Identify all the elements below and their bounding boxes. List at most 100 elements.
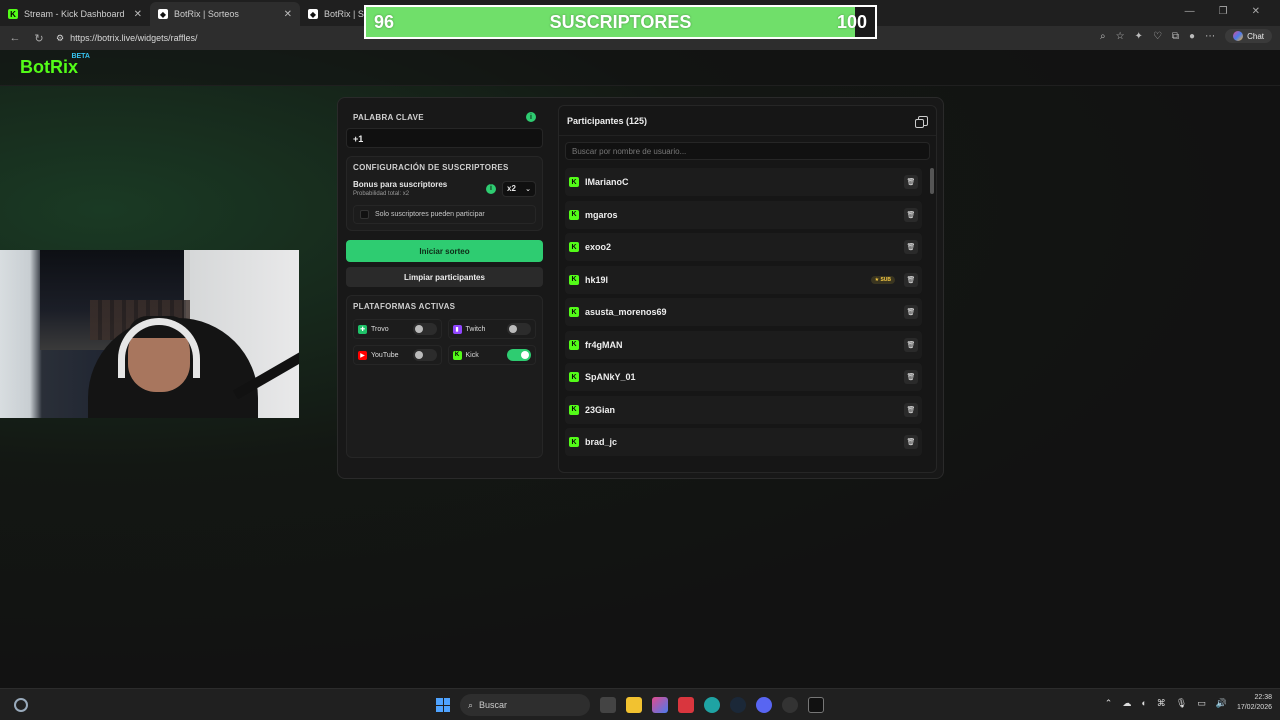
reload-icon[interactable]: ↻ <box>32 32 46 45</box>
sub-badge-label: SUB <box>880 276 891 283</box>
participant-name: IMarianoC <box>585 177 629 187</box>
collections-icon[interactable]: ⧉ <box>1172 31 1179 42</box>
url-field[interactable]: ⚙ https://botrix.live/widgets/raffles/ <box>56 33 197 44</box>
steam-icon[interactable] <box>730 697 746 713</box>
participant-search-input[interactable]: Buscar por nombre de usuario... <box>565 142 930 160</box>
participant-row: Kexoo2 🗑 <box>565 233 922 261</box>
kick-icon: K <box>569 372 579 382</box>
system-clock[interactable]: 22:38 17/02/2026 <box>1237 693 1272 713</box>
obs-studio-icon[interactable] <box>782 697 798 713</box>
info-icon[interactable]: i <box>526 112 536 122</box>
chat-label: Chat <box>1247 31 1264 41</box>
more-menu-icon[interactable]: ⋯ <box>1205 31 1215 42</box>
trovo-icon: ✚ <box>358 324 367 334</box>
subscriber-goal-overlay: 96 SUSCRIPTORES 100 <box>364 5 877 39</box>
browser-toolbar-right: ⌕ ☆ ✦ ♡ ⧉ ● ⋯ Chat <box>1100 29 1272 43</box>
multiplier-select[interactable]: x2 ⌄ <box>502 180 536 197</box>
platform-trovo: ✚ Trovo <box>353 319 442 339</box>
trovo-toggle[interactable] <box>412 323 437 335</box>
minimize-icon[interactable]: — <box>1185 6 1195 17</box>
platform-name: Twitch <box>465 325 486 333</box>
participant-row: K IMarianoC 🗑 <box>565 168 922 196</box>
profile-avatar-icon[interactable]: ● <box>1189 31 1195 42</box>
tab-kick-dashboard[interactable]: K Stream - Kick Dashboard ✕ <box>0 2 150 26</box>
subscriber-current: 96 <box>374 11 395 32</box>
delete-participant-icon[interactable]: 🗑 <box>904 402 918 417</box>
display-icon[interactable]: ▭ <box>1197 698 1206 709</box>
taskbar-apps: ⌕ Buscar <box>436 694 824 716</box>
webcam-feed <box>0 250 299 418</box>
tab-title: Stream - Kick Dashboard <box>24 9 125 19</box>
platforms-grid: ✚ Trovo ▮ Twitch ▶ YouTube K Kick <box>353 319 536 365</box>
clock-date: 17/02/2026 <box>1236 704 1272 711</box>
file-explorer-icon[interactable] <box>626 697 642 713</box>
subscriber-goal: 100 <box>836 11 867 32</box>
mic-icon[interactable]: 🎙 <box>1176 698 1187 709</box>
delete-participant-icon[interactable]: 🗑 <box>904 272 918 287</box>
participant-name: exoo2 <box>585 242 612 252</box>
sub-config-label: CONFIGURACIÓN DE SUSCRIPTORES <box>353 163 509 172</box>
botrix-logo[interactable]: BotRix BETA <box>20 53 90 78</box>
youtube-toggle[interactable] <box>412 349 437 361</box>
extensions-icon[interactable]: ✦ <box>1135 31 1143 42</box>
start-windows-icon[interactable] <box>436 698 450 712</box>
delete-participant-icon[interactable]: 🗑 <box>904 337 918 352</box>
capcut-icon[interactable] <box>808 697 824 713</box>
raffle-settings: PALABRA CLAVE i +1 CONFIGURACIÓN DE SUSC… <box>346 105 543 473</box>
participants-header: Participantes (125) <box>559 106 936 136</box>
participant-row: Khk19l ★ SUB 🗑 <box>565 265 922 294</box>
copy-icon[interactable] <box>915 115 928 128</box>
kick-icon: K <box>569 339 579 350</box>
participant-name: 23Gian <box>585 404 616 415</box>
maximize-icon[interactable]: ❐ <box>1219 6 1228 17</box>
delete-participant-icon[interactable]: 🗑 <box>904 240 918 254</box>
tab-botrix-sorteos[interactable]: ◆ BotRix | Sorteos ✕ <box>150 2 300 26</box>
copilot-chat-button[interactable]: Chat <box>1225 29 1272 43</box>
close-tab-icon[interactable]: ✕ <box>134 9 142 20</box>
tray-app-icon[interactable]: ◐ <box>1141 698 1146 708</box>
twitch-toggle[interactable] <box>507 323 531 335</box>
delete-participant-icon[interactable]: 🗑 <box>904 435 918 449</box>
platform-name: Kick <box>465 351 479 359</box>
close-tab-icon[interactable]: ✕ <box>284 9 292 20</box>
taskbar-search[interactable]: ⌕ Buscar <box>460 694 590 716</box>
wps-office-icon[interactable] <box>678 697 694 713</box>
close-window-icon[interactable]: ✕ <box>1252 6 1260 17</box>
favorite-star-icon[interactable]: ☆ <box>1116 31 1125 42</box>
participant-name: asusta_morenos69 <box>585 307 667 317</box>
discord-icon[interactable] <box>756 697 772 713</box>
subscriber-config: CONFIGURACIÓN DE SUSCRIPTORES Bonus para… <box>346 156 543 231</box>
onedrive-icon[interactable]: ☁ <box>1122 698 1131 709</box>
only-subs-checkbox[interactable]: Solo suscriptores pueden participar <box>353 205 536 224</box>
participants-title: Participantes (125) <box>567 115 648 126</box>
delete-participant-icon[interactable]: 🗑 <box>904 305 918 319</box>
start-raffle-button[interactable]: Iniciar sorteo <box>346 240 543 262</box>
site-info-icon[interactable]: ⚙ <box>56 33 64 44</box>
kick-toggle[interactable] <box>507 349 531 361</box>
browser-essentials-icon[interactable]: ♡ <box>1153 31 1162 42</box>
delete-participant-icon[interactable]: 🗑 <box>904 370 918 384</box>
zoom-icon[interactable]: ⌕ <box>1100 31 1106 42</box>
keyword-input[interactable]: +1 <box>346 128 543 148</box>
kick-icon: K <box>569 307 579 317</box>
copilot-icon <box>1233 31 1244 41</box>
participant-row: Kbrad_jc 🗑 <box>565 428 922 456</box>
delete-participant-icon[interactable]: 🗑 <box>904 175 918 189</box>
back-icon[interactable]: ← <box>8 32 22 44</box>
network-icon[interactable]: ⌘ <box>1157 698 1166 709</box>
widgets-icon[interactable] <box>14 698 28 712</box>
delete-participant-icon[interactable]: 🗑 <box>904 207 918 222</box>
bonus-info-icon[interactable]: i <box>486 183 496 194</box>
url-text: https://botrix.live/widgets/raffles/ <box>70 33 198 43</box>
participant-name: SpANkY_01 <box>585 372 636 382</box>
platform-name: YouTube <box>371 351 399 359</box>
task-view-icon[interactable] <box>600 697 616 713</box>
copilot-app-icon[interactable] <box>652 697 668 713</box>
tray-chevron-up-icon[interactable]: ⌃ <box>1105 698 1113 709</box>
participants-scrollbar[interactable] <box>930 168 934 194</box>
edge-browser-icon[interactable] <box>704 697 720 713</box>
clear-participants-button[interactable]: Limpiar participantes <box>346 267 543 287</box>
kick-icon: K <box>452 350 462 360</box>
checkbox-box[interactable] <box>360 210 369 219</box>
volume-icon[interactable]: 🔊 <box>1216 698 1227 709</box>
